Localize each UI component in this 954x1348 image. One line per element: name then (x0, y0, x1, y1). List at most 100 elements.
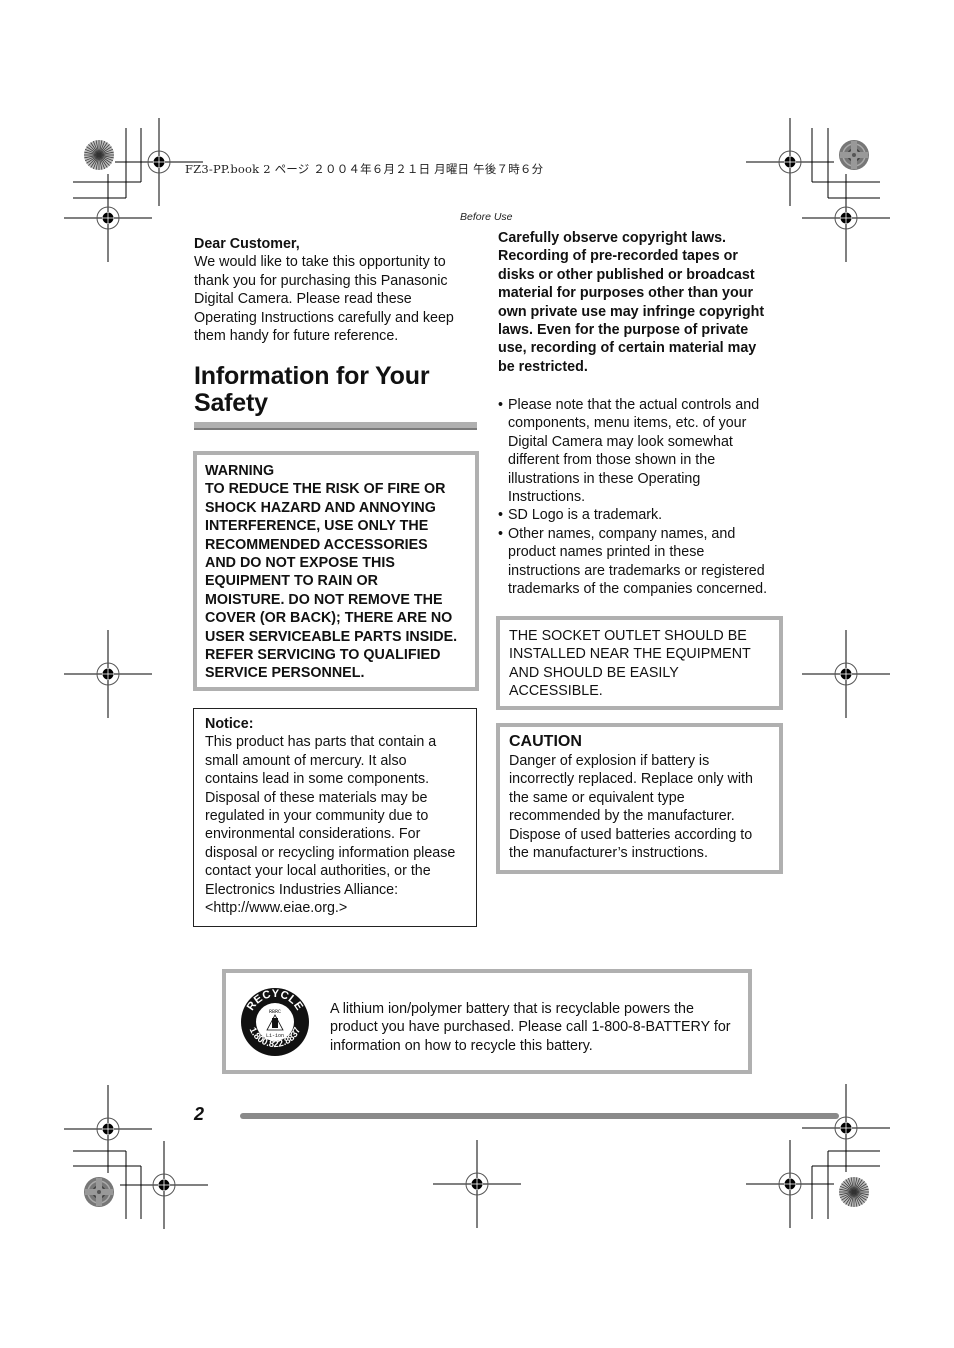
notice-box: Notice: This product has parts that cont… (193, 708, 477, 927)
crosshair-target-icon (63, 629, 153, 719)
crosshair-target-icon (801, 629, 891, 719)
notice-line: small amount of mercury. It also (205, 752, 407, 769)
recycle-text: A lithium ion/polymer battery that is re… (330, 1000, 750, 1055)
copyright-line: material for purposes other than your (498, 285, 754, 302)
greeting-line: Operating Instructions carefully and kee… (194, 309, 454, 326)
greeting-line: Digital Camera. Please read these (194, 291, 412, 308)
greeting-heading: Dear Customer, (194, 236, 300, 252)
section-label: Before Use (460, 211, 513, 223)
color-bar-icon (83, 139, 115, 171)
list-item-line: SD Logo is a trademark. (508, 507, 663, 524)
notes-list: • Please note that the actual controls a… (498, 396, 788, 598)
page-number: 2 (194, 1104, 205, 1124)
caution-line: recommended by the manufacturer. (509, 808, 735, 825)
socket-line: ACCESSIBLE. (509, 683, 603, 700)
warning-box: WARNING TO REDUCE THE RISK OF FIRE OR SH… (193, 451, 479, 691)
footer-rule (240, 1113, 839, 1119)
socket-line: THE SOCKET OUTLET SHOULD BE (509, 628, 747, 644)
notice-line: environmental considerations. For (205, 826, 421, 843)
color-bar-icon (838, 1176, 870, 1208)
notice-line: contains lead in some components. (205, 771, 430, 788)
bullet-icon: • (498, 397, 504, 413)
copyright-line: use, recording of certain material may (498, 340, 757, 357)
warning-line: RECOMMENDED ACCESSORIES (205, 536, 428, 553)
bullet-icon: • (498, 525, 504, 542)
page-title-line: Information for Your (194, 362, 430, 390)
socket-outlet-box: THE SOCKET OUTLET SHOULD BE INSTALLED NE… (496, 616, 783, 710)
greeting-line: thank you for purchasing this Panasonic (194, 272, 448, 289)
list-item-line: trademarks of the companies concerned. (508, 581, 768, 598)
print-file-header: FZ3-PP.book 2 ページ ２００４年６月２１日 月曜日 午後７時６分 (185, 162, 544, 176)
warning-line: INTERFERENCE, USE ONLY THE (205, 518, 429, 535)
crosshair-target-icon (432, 1139, 522, 1229)
notice-line: Disposal of these materials may be (205, 789, 428, 806)
rbrc-recycle-seal-icon: RECYCLE 1.800.822.8837 RBRC Li-ion (241, 988, 309, 1056)
warning-line: AND DO NOT EXPOSE THIS (205, 555, 395, 572)
warning-line: SERVICE PERSONNEL. (205, 665, 365, 682)
recycle-line: information on how to recycle this batte… (330, 1037, 593, 1054)
list-item-line: Please note that the actual controls and (508, 397, 760, 413)
page-title: Information for Your Safety (194, 363, 479, 417)
list-item: • SD Logo is a trademark. (498, 506, 788, 524)
crosshair-target-icon (801, 173, 891, 263)
list-item-line: different from those shown in the (508, 452, 716, 469)
list-item-line: Instructions. (508, 489, 586, 506)
bullet-icon: • (498, 507, 504, 524)
socket-line: INSTALLED NEAR THE EQUIPMENT (509, 646, 751, 663)
list-item-line: components, menu items, etc. of your (508, 415, 747, 432)
copyright-line: disks or other published or broadcast (498, 266, 755, 283)
greeting-line: We would like to take this opportunity t… (194, 254, 446, 271)
copyright-line: laws. Even for the purpose of private (498, 322, 749, 339)
greeting-line: them handy for future reference. (194, 328, 399, 345)
warning-line: COVER (OR BACK); THERE ARE NO (205, 610, 453, 627)
crosshair-target-icon (801, 1083, 891, 1173)
title-underline-rule (194, 422, 477, 430)
copyright-line: Recording of pre-recorded tapes or (498, 248, 738, 265)
caution-line: Dispose of used batteries according to (509, 826, 753, 843)
crosshair-target-icon (119, 1140, 209, 1230)
notice-line: Electronics Industries Alliance: (205, 881, 399, 898)
list-item-line: Other names, company names, and (508, 525, 736, 542)
crosshair-target-icon (745, 1139, 835, 1229)
copyright-line: own private use may infringe copyright (498, 303, 765, 320)
notice-line: This product has parts that contain a (205, 734, 437, 751)
battery-recycle-box: RECYCLE 1.800.822.8837 RBRC Li-ion A lit… (222, 969, 752, 1074)
notice-heading: Notice: (205, 716, 254, 732)
warning-line: TO REDUCE THE RISK OF FIRE OR (205, 481, 446, 498)
notice-line: disposal or recycling information please (205, 844, 456, 861)
caution-box: CAUTION Danger of explosion if battery i… (496, 723, 783, 874)
warning-line: USER SERVICEABLE PARTS INSIDE. (205, 628, 458, 645)
crosshair-target-icon (63, 1084, 153, 1174)
notice-line: contact your local authorities, or the (205, 863, 431, 880)
rbrc-text: RBRC (269, 1009, 281, 1015)
recycle-line: product you have purchased. Please call … (330, 1019, 731, 1036)
notice-line: regulated in your community due to (205, 808, 429, 825)
list-item: • Other names, company names, and produc… (498, 525, 788, 599)
crosshair-target-icon (63, 173, 153, 263)
color-bar-icon (838, 139, 870, 171)
copyright-line: Carefully observe copyright laws. (498, 230, 727, 246)
page-title-line: Safety (194, 389, 268, 417)
crosshair-target-icon (745, 117, 835, 207)
caution-heading: CAUTION (509, 733, 582, 750)
list-item-line: Digital Camera may look somewhat (508, 433, 733, 450)
recycle-line: A lithium ion/polymer battery that is re… (330, 1001, 694, 1017)
warning-line: SHOCK HAZARD AND ANNOYING (205, 499, 436, 516)
li-ion-text: Li-ion (266, 1033, 284, 1039)
list-item-line: product names printed in these (508, 544, 705, 561)
caution-line: the same or equivalent type (509, 789, 685, 806)
greeting: Dear Customer, We would like to take thi… (194, 235, 479, 345)
list-item-line: instructions are trademarks or registere… (508, 562, 765, 579)
caution-line: Danger of explosion if battery is (509, 753, 710, 769)
warning-line: REFER SERVICING TO QUALIFIED (205, 647, 441, 664)
list-item: • Please note that the actual controls a… (498, 396, 788, 506)
warning-line: EQUIPMENT TO RAIN OR (205, 573, 378, 590)
list-item-line: illustrations in these Operating (508, 470, 701, 487)
warning-heading: WARNING (205, 463, 275, 479)
notice-link: <http://www.eiae.org.> (205, 900, 348, 917)
copyright-line: be restricted. (498, 358, 588, 375)
caution-line: incorrectly replaced. Replace only with (509, 771, 753, 788)
caution-line: the manufacturer’s instructions. (509, 845, 708, 862)
copyright-notice: Carefully observe copyright laws. Record… (498, 229, 783, 376)
warning-line: MOISTURE. DO NOT REMOVE THE (205, 591, 443, 608)
